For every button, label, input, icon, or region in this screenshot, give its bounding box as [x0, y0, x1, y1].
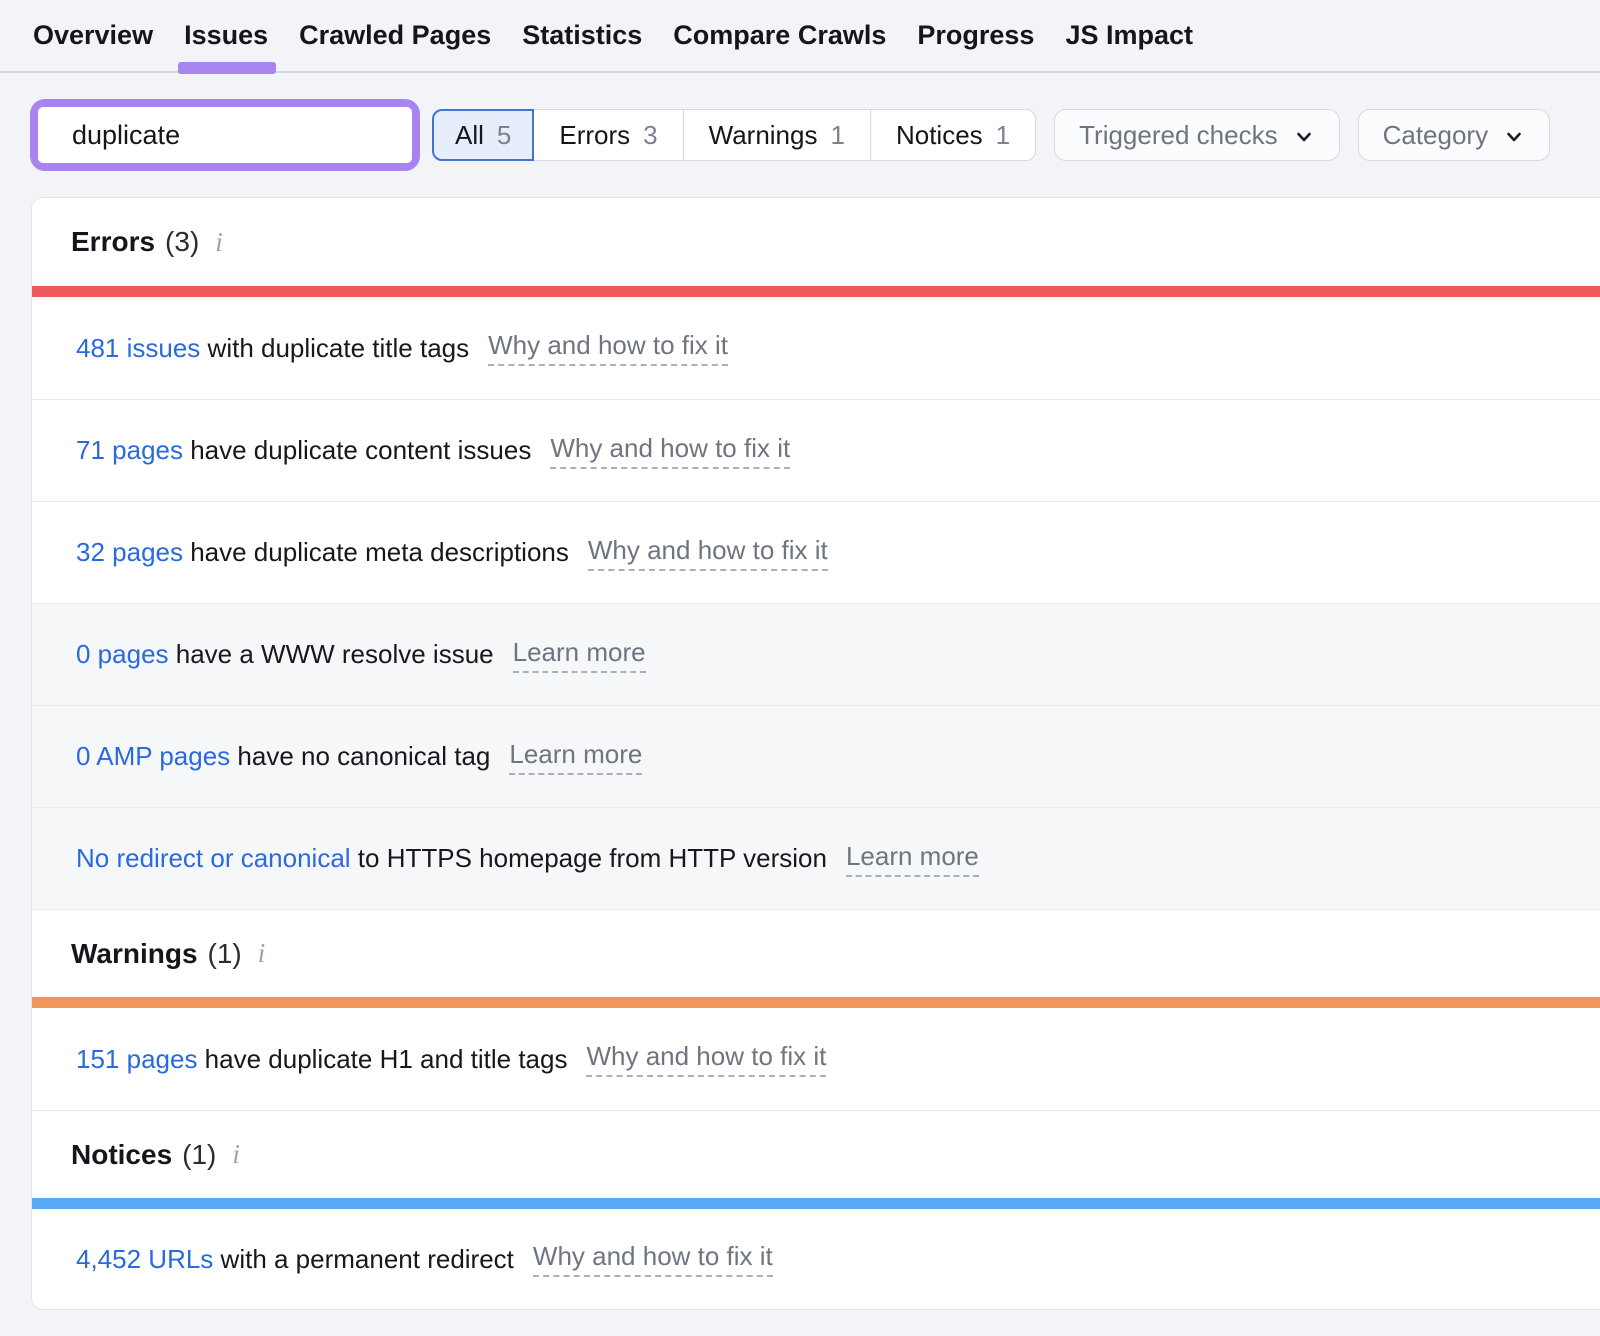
errors-section-title: Errors [71, 226, 155, 258]
issue-row: 4,452 URLs with a permanent redirect Why… [32, 1209, 1600, 1309]
issue-search [38, 107, 412, 163]
notices-severity-bar [32, 1198, 1600, 1209]
issue-count-link[interactable]: 0 pages [76, 639, 169, 670]
issue-row: 0 AMP pages have no canonical tag Learn … [32, 705, 1600, 807]
why-how-to-fix-link[interactable]: Why and how to fix it [550, 433, 790, 469]
section-errors: Errors (3) i 481 issues with duplicate t… [32, 198, 1600, 909]
section-notices: Notices (1) i 4,452 URLs with a permanen… [32, 1110, 1600, 1309]
filter-notices-label: Notices [896, 120, 983, 151]
filter-all-count: 5 [497, 120, 511, 151]
category-dropdown[interactable]: Category [1358, 109, 1551, 161]
issue-description: have duplicate H1 and title tags [197, 1044, 567, 1075]
tab-js-impact[interactable]: JS Impact [1065, 0, 1193, 72]
notices-section-title: Notices [71, 1139, 172, 1171]
warnings-section-count: (1) [208, 938, 242, 970]
severity-filter-group: All 5 Errors 3 Warnings 1 Notices 1 [432, 109, 1036, 161]
chevron-down-icon [1293, 126, 1315, 148]
issue-count-link[interactable]: 0 AMP pages [76, 741, 230, 772]
info-icon[interactable]: i [232, 1139, 240, 1170]
search-highlight-box [30, 99, 420, 171]
errors-severity-bar [32, 286, 1600, 297]
top-navigation: Overview Issues Crawled Pages Statistics… [0, 0, 1600, 73]
category-label: Category [1383, 120, 1489, 151]
triggered-checks-label: Triggered checks [1079, 120, 1277, 151]
issue-row: No redirect or canonical to HTTPS homepa… [32, 807, 1600, 909]
filter-notices[interactable]: Notices 1 [870, 109, 1036, 161]
issue-count-link[interactable]: 4,452 URLs [76, 1244, 213, 1275]
filter-all[interactable]: All 5 [432, 109, 534, 161]
tab-overview[interactable]: Overview [33, 0, 153, 72]
issue-description: to HTTPS homepage from HTTP version [351, 843, 827, 874]
errors-rows: 481 issues with duplicate title tags Why… [32, 297, 1600, 909]
section-warnings: Warnings (1) i 151 pages have duplicate … [32, 909, 1600, 1110]
tab-issues[interactable]: Issues [184, 0, 268, 72]
issue-count-link[interactable]: 71 pages [76, 435, 183, 466]
why-how-to-fix-link[interactable]: Why and how to fix it [533, 1241, 773, 1277]
active-tab-underline [178, 62, 276, 74]
tab-crawled-pages[interactable]: Crawled Pages [299, 0, 491, 72]
why-how-to-fix-link[interactable]: Why and how to fix it [488, 330, 728, 366]
issue-description: have a WWW resolve issue [169, 639, 494, 670]
issue-count-link[interactable]: No redirect or canonical [76, 843, 351, 874]
errors-section-header: Errors (3) i [32, 198, 1600, 286]
info-icon[interactable]: i [215, 227, 223, 258]
tab-compare-crawls[interactable]: Compare Crawls [673, 0, 886, 72]
issue-description: with a permanent redirect [213, 1244, 514, 1275]
filter-warnings-count: 1 [830, 120, 844, 151]
filter-errors[interactable]: Errors 3 [533, 109, 683, 161]
notices-section-count: (1) [182, 1139, 216, 1171]
info-icon[interactable]: i [258, 938, 266, 969]
notices-rows: 4,452 URLs with a permanent redirect Why… [32, 1209, 1600, 1309]
warnings-severity-bar [32, 997, 1600, 1008]
issue-row: 151 pages have duplicate H1 and title ta… [32, 1008, 1600, 1110]
issues-list-card: Errors (3) i 481 issues with duplicate t… [31, 197, 1600, 1310]
issue-description: have no canonical tag [230, 741, 490, 772]
issue-count-link[interactable]: 151 pages [76, 1044, 197, 1075]
filter-warnings[interactable]: Warnings 1 [683, 109, 871, 161]
issue-row: 71 pages have duplicate content issues W… [32, 399, 1600, 501]
filter-errors-label: Errors [559, 120, 630, 151]
issue-description: have duplicate content issues [183, 435, 531, 466]
issue-count-link[interactable]: 32 pages [76, 537, 183, 568]
notices-section-header: Notices (1) i [32, 1110, 1600, 1198]
triggered-checks-dropdown[interactable]: Triggered checks [1054, 109, 1339, 161]
warnings-section-header: Warnings (1) i [32, 909, 1600, 997]
learn-more-link[interactable]: Learn more [513, 637, 646, 673]
issue-row: 0 pages have a WWW resolve issue Learn m… [32, 603, 1600, 705]
filter-notices-count: 1 [996, 120, 1010, 151]
warnings-section-title: Warnings [71, 938, 198, 970]
issue-count-link[interactable]: 481 issues [76, 333, 200, 364]
tab-issues-label: Issues [184, 20, 268, 51]
why-how-to-fix-link[interactable]: Why and how to fix it [586, 1041, 826, 1077]
filter-warnings-label: Warnings [709, 120, 818, 151]
filter-all-label: All [455, 120, 484, 151]
why-how-to-fix-link[interactable]: Why and how to fix it [588, 535, 828, 571]
chevron-down-icon [1503, 126, 1525, 148]
tab-statistics[interactable]: Statistics [522, 0, 642, 72]
issue-row: 32 pages have duplicate meta description… [32, 501, 1600, 603]
learn-more-link[interactable]: Learn more [509, 739, 642, 775]
issue-description: with duplicate title tags [200, 333, 469, 364]
issue-description: have duplicate meta descriptions [183, 537, 569, 568]
issues-toolbar: All 5 Errors 3 Warnings 1 Notices 1 Trig… [0, 73, 1600, 197]
errors-section-count: (3) [165, 226, 199, 258]
tab-progress[interactable]: Progress [917, 0, 1034, 72]
search-input[interactable] [72, 120, 426, 151]
issue-row: 481 issues with duplicate title tags Why… [32, 297, 1600, 399]
warnings-rows: 151 pages have duplicate H1 and title ta… [32, 1008, 1600, 1110]
learn-more-link[interactable]: Learn more [846, 841, 979, 877]
page-background-strip [0, 1310, 1600, 1336]
filter-errors-count: 3 [643, 120, 657, 151]
